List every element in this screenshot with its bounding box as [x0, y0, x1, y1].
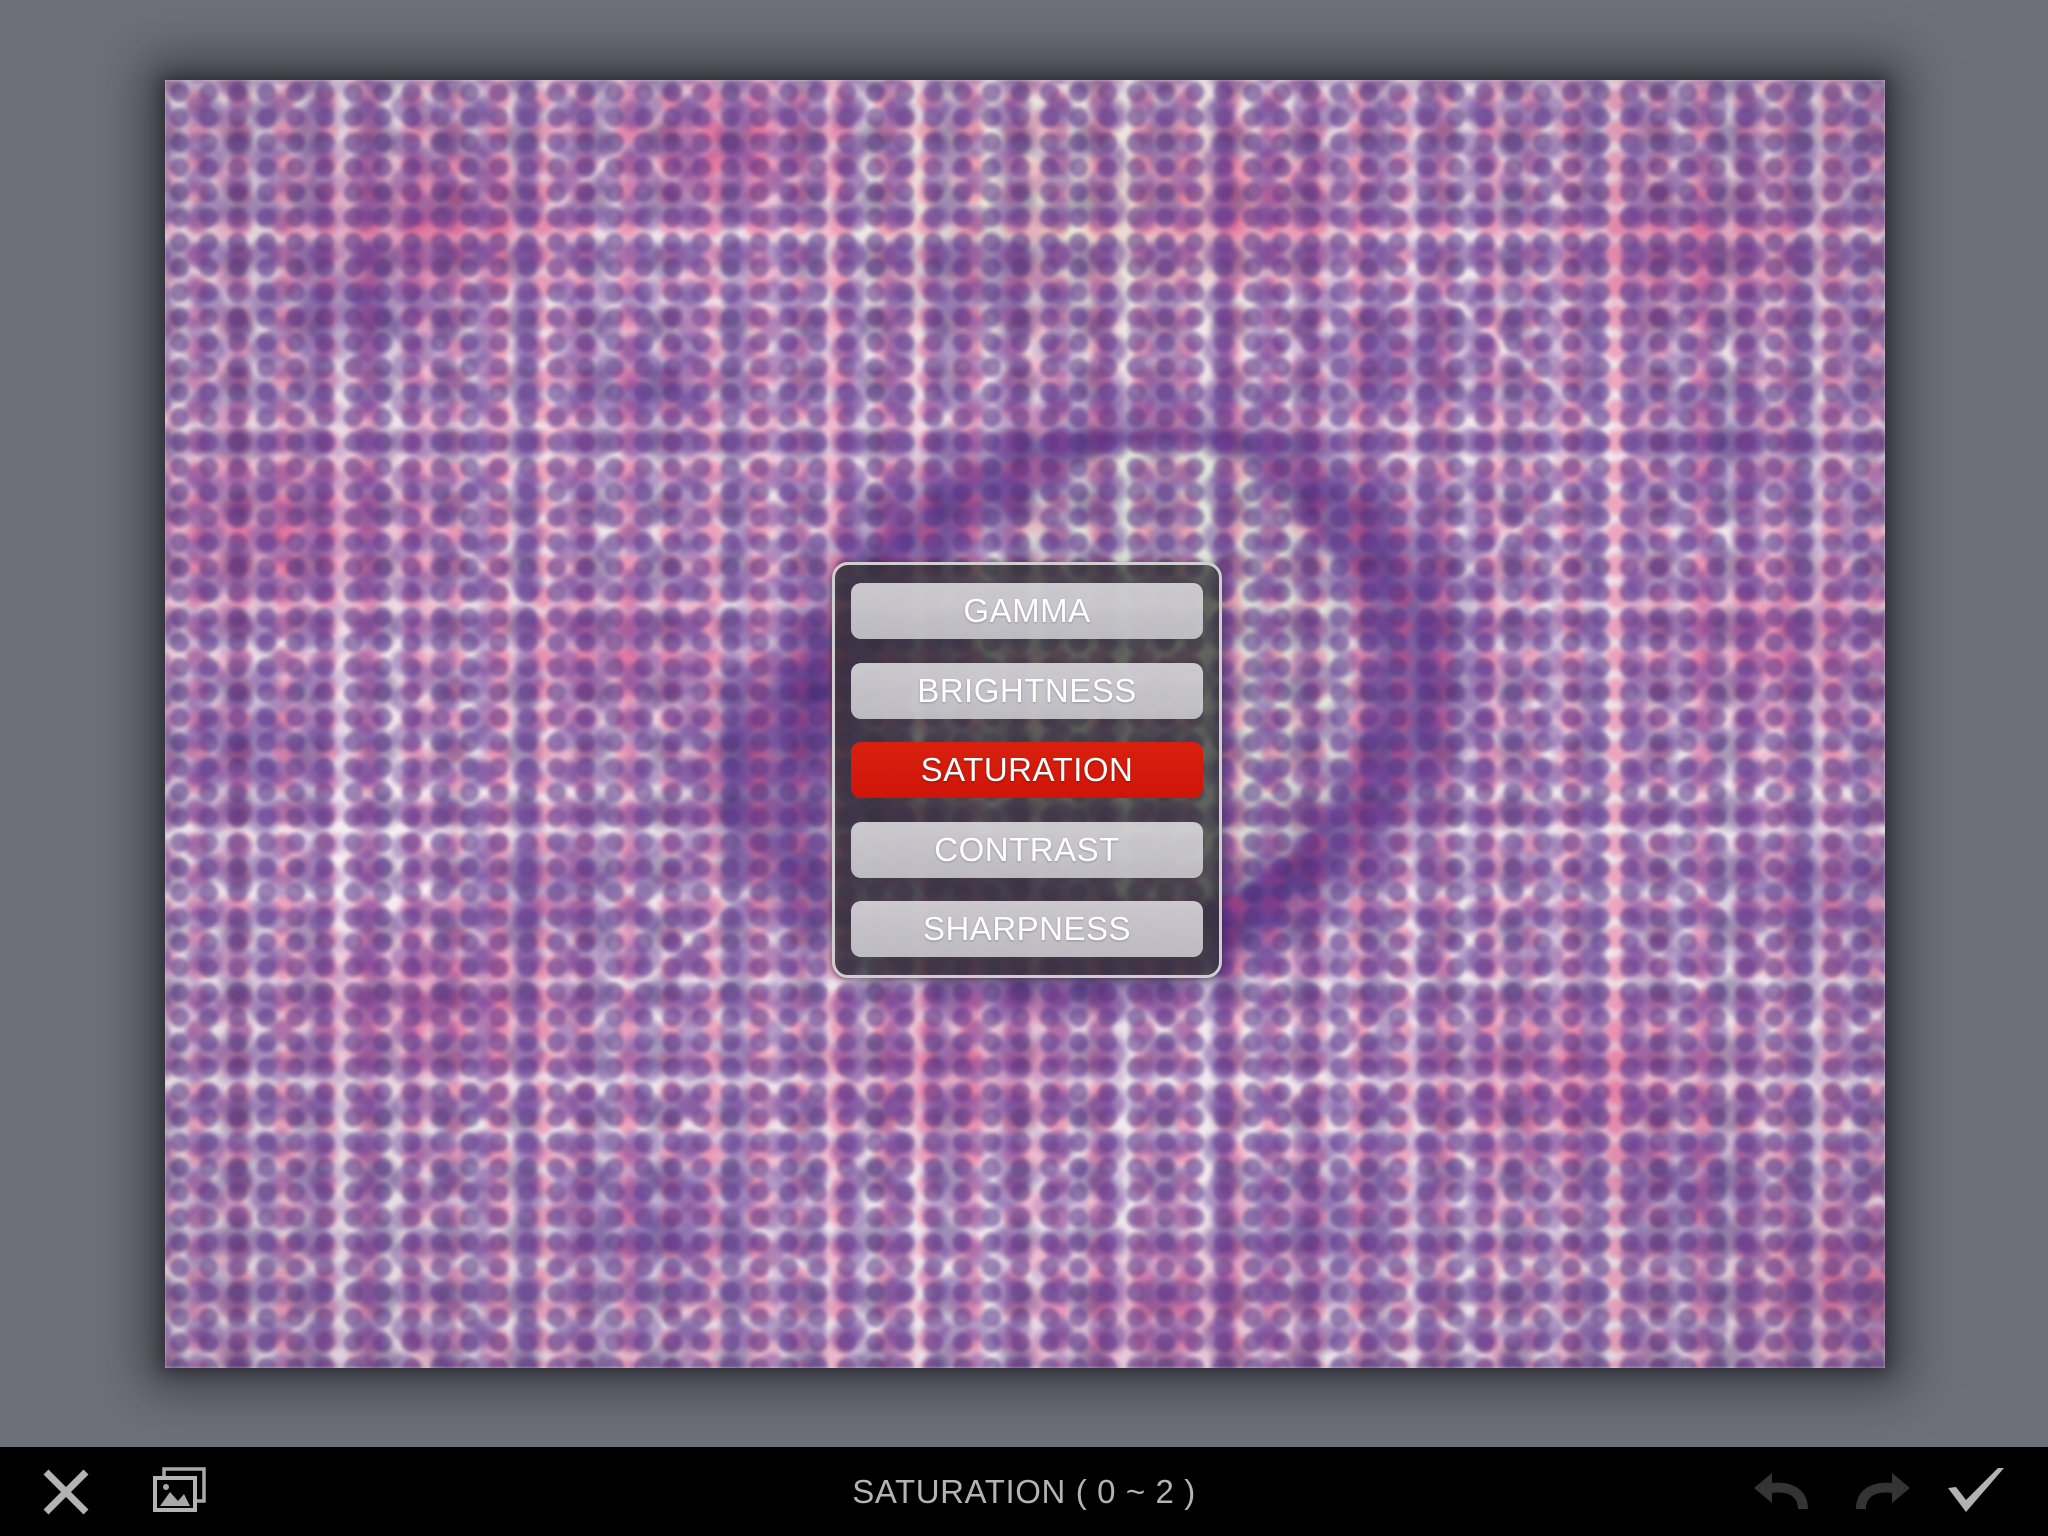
gallery-button[interactable] — [144, 1456, 216, 1528]
menu-item-sharpness-label: SHARPNESS — [922, 910, 1132, 947]
undo-arrow-icon — [1752, 1469, 1816, 1515]
close-button[interactable] — [30, 1456, 102, 1528]
menu-item-contrast-label: CONTRAST — [934, 830, 1120, 868]
menu-item-brightness[interactable]: BRIGHTNESS — [851, 662, 1203, 719]
menu-item-brightness-label: BRIGHTNESS — [917, 671, 1137, 709]
canvas-area[interactable]: GAMMA BRIGHTNESS SATURATION CONTRAST SHA… — [0, 0, 2048, 1447]
menu-item-gamma-label: GAMMA — [963, 592, 1091, 629]
redo-arrow-icon — [1848, 1469, 1912, 1515]
menu-item-saturation-label: SATURATION — [920, 751, 1134, 788]
image-stack-icon — [152, 1466, 208, 1518]
close-x-icon — [38, 1464, 94, 1520]
confirm-button[interactable] — [1940, 1456, 2012, 1528]
menu-item-sharpness[interactable]: SHARPNESS — [851, 901, 1203, 957]
redo-button[interactable] — [1844, 1456, 1916, 1528]
menu-item-gamma[interactable]: GAMMA — [851, 583, 1203, 639]
toolbar-left-group — [0, 1456, 216, 1528]
toolbar-right-group — [1748, 1456, 2048, 1528]
toolbar-status-area: SATURATION ( 0 ~ 2 ) — [0, 1447, 2048, 1536]
bottom-toolbar: SATURATION ( 0 ~ 2 ) — [0, 1447, 2048, 1536]
checkmark-icon — [1944, 1466, 2008, 1518]
menu-item-saturation[interactable]: SATURATION — [851, 742, 1203, 798]
adjustment-menu: GAMMA BRIGHTNESS SATURATION CONTRAST SHA… — [832, 562, 1222, 978]
undo-button[interactable] — [1748, 1456, 1820, 1528]
menu-item-contrast[interactable]: CONTRAST — [851, 821, 1203, 878]
status-label: SATURATION ( 0 ~ 2 ) — [852, 1472, 1196, 1510]
app-root: GAMMA BRIGHTNESS SATURATION CONTRAST SHA… — [0, 0, 2048, 1536]
